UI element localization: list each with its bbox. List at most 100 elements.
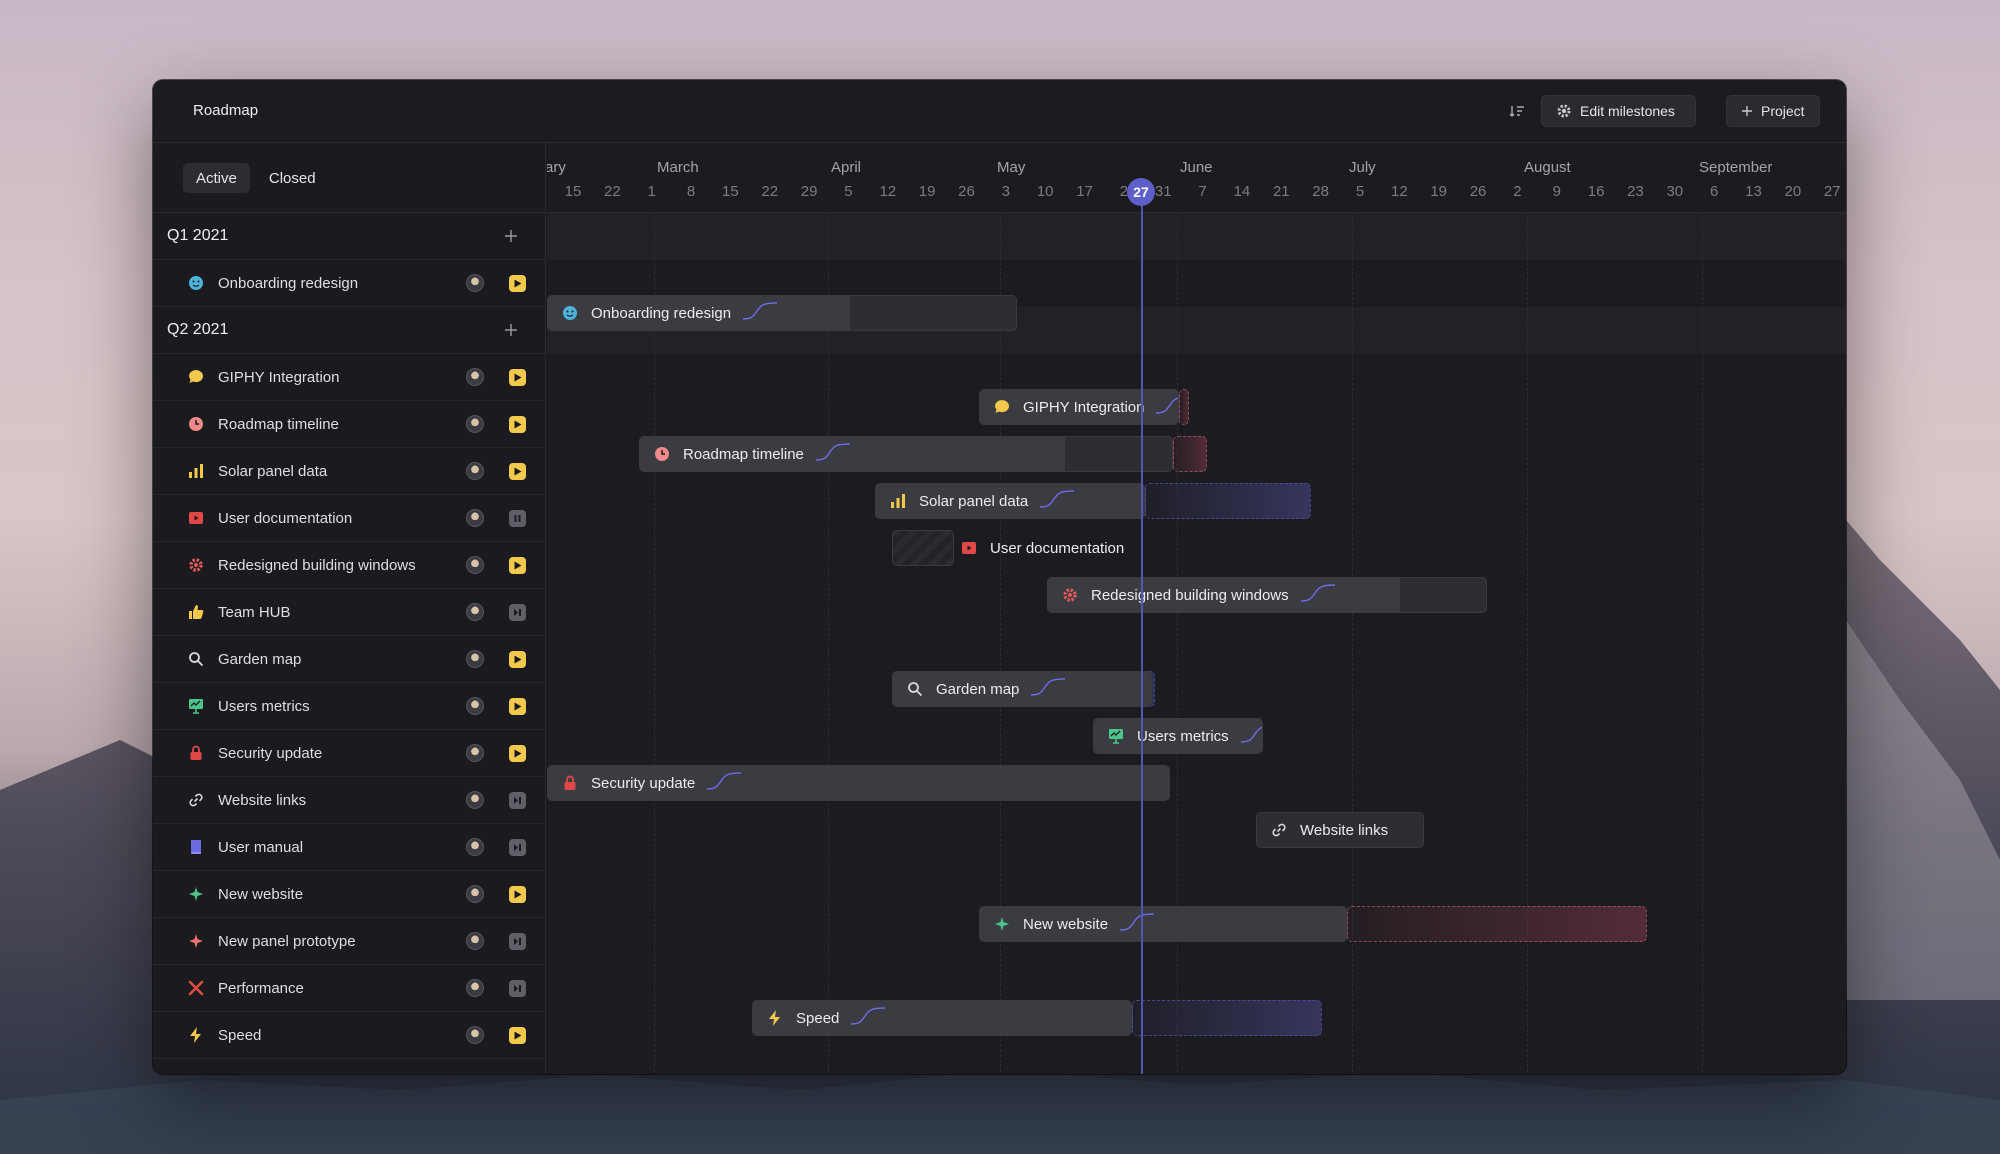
month-label: May [997, 159, 1026, 176]
day-label: 31 [1154, 183, 1172, 200]
status-skip-icon[interactable] [509, 603, 526, 621]
day-label: 22 [604, 183, 621, 200]
bar-label: GIPHY Integration [1023, 398, 1145, 416]
sidebar-item[interactable]: Speed [153, 1012, 546, 1059]
bar-label: User documentation [990, 539, 1125, 557]
plane-icon [993, 915, 1011, 933]
status-pause-icon[interactable] [509, 509, 526, 527]
avatar[interactable] [466, 697, 484, 715]
roadmap-window: Roadmap Edit milestones Project Active C… [153, 80, 1846, 1074]
timeline-bar[interactable]: Website links [1256, 812, 1424, 848]
top-bar: Roadmap Edit milestones Project [153, 80, 1846, 143]
add-item-button[interactable] [503, 322, 519, 338]
sort-icon[interactable] [1508, 102, 1526, 120]
sidebar-item[interactable]: Performance [153, 965, 546, 1012]
plus-icon [1742, 106, 1752, 116]
timeline-bar[interactable]: Onboarding redesign [547, 295, 1017, 331]
timeline-bar[interactable]: New website [979, 906, 1347, 942]
status-skip-icon[interactable] [509, 979, 526, 997]
sidebar-item[interactable]: Roadmap timeline [153, 401, 546, 448]
group-label: Q2 2021 [167, 321, 229, 338]
add-item-button[interactable] [503, 228, 519, 244]
sidebar-item[interactable]: Redesigned building windows [153, 542, 546, 589]
day-label: 17 [1076, 183, 1093, 200]
sidebar-item[interactable]: Website links [153, 777, 546, 824]
avatar[interactable] [466, 744, 484, 762]
timeline-bar[interactable]: Roadmap timeline [639, 436, 1173, 472]
avatar[interactable] [466, 415, 484, 433]
timeline-bar[interactable]: Users metrics [1093, 718, 1263, 754]
avatar[interactable] [466, 462, 484, 480]
sidebar-item[interactable]: Users metrics [153, 683, 546, 730]
sidebar-item[interactable]: Security update [153, 730, 546, 777]
avatar[interactable] [466, 650, 484, 668]
avatar[interactable] [466, 979, 484, 997]
sidebar-item[interactable]: Garden map [153, 636, 546, 683]
timeline-bar[interactable]: GIPHY Integration [979, 389, 1179, 425]
tab-closed[interactable]: Closed [256, 163, 329, 193]
status-play-icon[interactable] [509, 885, 526, 903]
sidebar-item-label: Redesigned building windows [218, 556, 416, 574]
bar-chart-icon [187, 462, 205, 480]
sidebar-item[interactable]: Team HUB [153, 589, 546, 636]
status-skip-icon[interactable] [509, 932, 526, 950]
day-label: 6 [1709, 183, 1719, 200]
status-play-icon[interactable] [509, 1026, 526, 1044]
tools-icon [187, 979, 205, 997]
month-guide-line [1177, 212, 1178, 1074]
sidebar-item[interactable]: Onboarding redesign [153, 260, 546, 307]
sidebar-item[interactable]: GIPHY Integration [153, 354, 546, 401]
avatar[interactable] [466, 274, 484, 292]
timeline-panel[interactable]: ary March April May June July August September … [547, 143, 1846, 1074]
month-label: September [1699, 159, 1773, 176]
avatar[interactable] [466, 603, 484, 621]
avatar[interactable] [466, 791, 484, 809]
edit-milestones-button[interactable]: Edit milestones [1541, 95, 1696, 127]
add-project-button[interactable]: Project [1726, 95, 1820, 127]
avatar[interactable] [466, 1026, 484, 1044]
page-title: Roadmap [193, 102, 259, 119]
timeline-bar[interactable]: Solar panel data [875, 483, 1145, 519]
status-play-icon[interactable] [509, 462, 526, 480]
day-label: 3 [1001, 183, 1011, 200]
status-play-icon[interactable] [509, 556, 526, 574]
status-play-icon[interactable] [509, 650, 526, 668]
bar-label: Onboarding redesign [591, 304, 732, 322]
status-play-icon[interactable] [509, 274, 526, 292]
day-label: 29 [800, 183, 818, 200]
plane-icon [187, 885, 205, 903]
timeline-bar[interactable]: Redesigned building windows [1047, 577, 1487, 613]
status-skip-icon[interactable] [509, 791, 526, 809]
tab-active[interactable]: Active [183, 163, 250, 193]
status-skip-icon[interactable] [509, 838, 526, 856]
sidebar-item[interactable]: New panel prototype [153, 918, 546, 965]
progress-sparkline-icon [1299, 583, 1337, 608]
day-label: 14 [1233, 183, 1251, 200]
status-play-icon[interactable] [509, 368, 526, 386]
status-play-icon[interactable] [509, 697, 526, 715]
avatar[interactable] [466, 509, 484, 527]
avatar[interactable] [466, 885, 484, 903]
bar-label: Users metrics [1137, 727, 1229, 745]
progress-sparkline-icon [1118, 912, 1156, 937]
timeline-bar[interactable]: Speed [752, 1000, 1132, 1036]
timeline-bar[interactable]: Security update [547, 765, 1170, 801]
sidebar-item[interactable]: Solar panel data [153, 448, 546, 495]
presentation-icon [1107, 727, 1125, 745]
sidebar-item[interactable]: User manual [153, 824, 546, 871]
avatar[interactable] [466, 368, 484, 386]
sidebar-item[interactable]: User documentation [153, 495, 546, 542]
status-play-icon[interactable] [509, 744, 526, 762]
avatar[interactable] [466, 556, 484, 574]
timeline-bar[interactable]: Garden map [892, 671, 1152, 707]
progress-sparkline-icon [1038, 489, 1076, 514]
status-play-icon[interactable] [509, 415, 526, 433]
sidebar-item-label: Speed [218, 1026, 262, 1044]
avatar[interactable] [466, 838, 484, 856]
avatar[interactable] [466, 932, 484, 950]
bar-overdue-extension [1132, 1000, 1322, 1036]
bolt-icon [766, 1009, 784, 1027]
sidebar-item[interactable]: New website [153, 871, 546, 918]
timeline-bar[interactable]: User documentation [947, 530, 1207, 566]
link-icon [187, 791, 205, 809]
